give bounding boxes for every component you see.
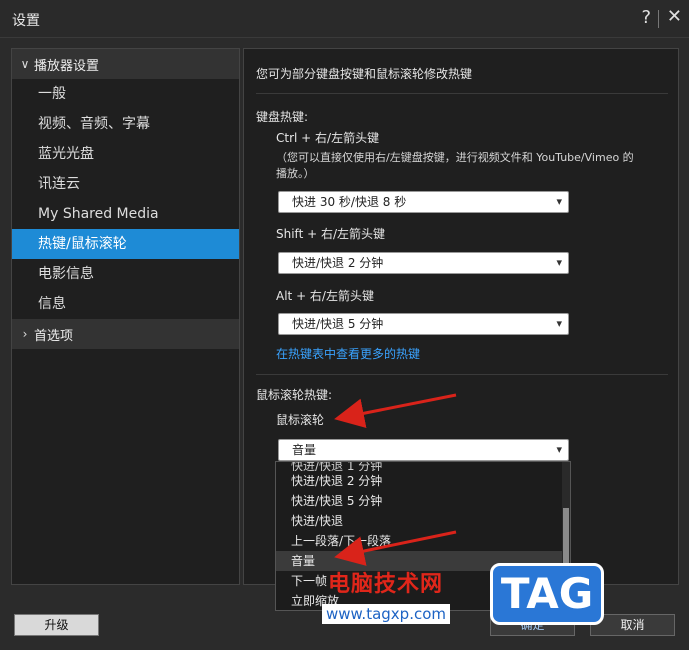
sidebar-section-player[interactable]: ∨ 播放器设置 [12,49,239,79]
title-bar: 设置 ? ✕ [0,0,689,38]
mouse-wheel-value: 音量 [292,443,317,457]
shift-hotkey-select[interactable]: 快进/快退 2 分钟 ▾ [278,252,569,274]
alt-hotkey-value: 快进/快退 5 分钟 [292,317,384,331]
chevron-down-icon: ∨ [20,57,30,71]
sidebar-section-label: 播放器设置 [34,58,100,74]
chevron-down-icon: ▾ [556,195,562,208]
watermark-site-name: 电脑技术网 [328,572,444,597]
keyboard-hotkeys-heading: 键盘热键: [256,110,309,124]
dropdown-option[interactable]: 快进/快退 [276,511,570,531]
divider [256,374,668,375]
chevron-down-icon: ▾ [556,443,562,456]
close-icon[interactable]: ✕ [667,6,682,27]
sidebar-item-shared-media[interactable]: My Shared Media [12,199,239,229]
help-icon[interactable]: ? [641,7,651,28]
panel-intro: 您可为部分键盘按键和鼠标滚轮修改热键 [256,67,473,81]
dropdown-option[interactable]: 快进/快退 5 分钟 [276,491,570,511]
dropdown-option[interactable]: 上一段落/下一段落 [276,531,570,551]
divider [256,93,668,94]
sidebar-item-cloud[interactable]: 讯连云 [12,169,239,199]
chevron-right-icon: › [22,327,28,341]
sidebar-item-movie-info[interactable]: 电影信息 [12,259,239,289]
sidebar-item-hotkeys[interactable]: 热键/鼠标滚轮 [12,229,239,259]
dropdown-option[interactable]: 快进/快退 1 分钟 [276,462,570,471]
title-divider [658,10,659,28]
shift-hotkey-label: Shift + 右/左箭头键 [276,227,386,241]
sidebar-item-info[interactable]: 信息 [12,289,239,319]
alt-hotkey-select[interactable]: 快进/快退 5 分钟 ▾ [278,313,569,335]
more-hotkeys-link[interactable]: 在热键表中查看更多的热键 [276,345,420,362]
alt-hotkey-label: Alt + 右/左箭头键 [276,289,374,303]
sidebar-section-preferences[interactable]: › 首选项 [12,319,239,349]
settings-sidebar: ∨ 播放器设置 一般 视频、音频、字幕 蓝光光盘 讯连云 My Shared M… [11,48,240,585]
upgrade-button[interactable]: 升级 [14,614,99,636]
ctrl-hotkey-select[interactable]: 快进 30 秒/快退 8 秒 ▾ [278,191,569,213]
ctrl-hotkey-label: Ctrl + 右/左箭头键 [276,131,380,145]
mouse-wheel-heading: 鼠标滚轮热键: [256,388,333,402]
scrollbar-thumb[interactable] [563,508,569,568]
sidebar-item-video-audio[interactable]: 视频、音频、字幕 [12,109,239,139]
watermark-tag-logo: TAG [490,563,604,625]
watermark-url: www.tagxp.com [322,604,450,624]
ctrl-hotkey-value: 快进 30 秒/快退 8 秒 [292,195,407,209]
sidebar-section-label: 首选项 [34,328,74,344]
ctrl-hotkey-note: （您可以直接仅使用右/左键盘按键，进行视频文件和 YouTube/Vimeo 的… [276,151,634,180]
mouse-wheel-label: 鼠标滚轮 [276,413,325,427]
mouse-wheel-select[interactable]: 音量 ▾ [278,439,569,461]
sidebar-item-general[interactable]: 一般 [12,79,239,109]
dropdown-option[interactable]: 快进/快退 2 分钟 [276,471,570,491]
chevron-down-icon: ▾ [556,256,562,269]
shift-hotkey-value: 快进/快退 2 分钟 [292,256,384,270]
chevron-down-icon: ▾ [556,317,562,330]
sidebar-item-bluray[interactable]: 蓝光光盘 [12,139,239,169]
window-title: 设置 [12,13,40,29]
